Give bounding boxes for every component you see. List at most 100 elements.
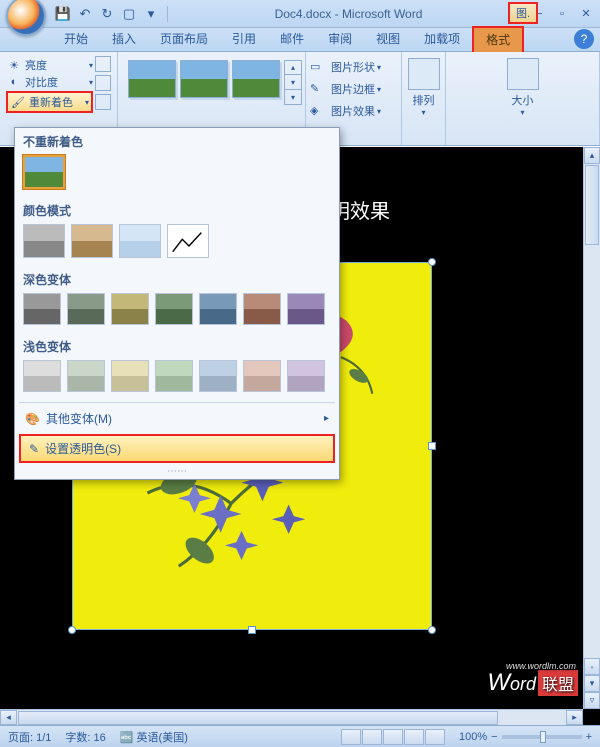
save-icon[interactable]: 💾: [54, 5, 72, 23]
picture-border-button[interactable]: ✎图片边框 ▾: [310, 81, 397, 97]
light-v5[interactable]: [199, 360, 237, 392]
dark-v7[interactable]: [287, 293, 325, 325]
outline-view[interactable]: [404, 729, 424, 745]
help-icon[interactable]: ?: [574, 29, 594, 49]
light-v6[interactable]: [243, 360, 281, 392]
recolor-button[interactable]: 🖌重新着色▾: [6, 91, 93, 113]
status-bar: 页面: 1/1 字数: 16 🔤 英语(美国) 100% − +: [0, 725, 600, 747]
picture-style-2[interactable]: [180, 60, 228, 98]
draft-view[interactable]: [425, 729, 445, 745]
horizontal-scrollbar[interactable]: ◂ ▸: [0, 709, 583, 725]
office-button[interactable]: [6, 0, 46, 36]
dark-v1[interactable]: [23, 293, 61, 325]
dark-v5[interactable]: [199, 293, 237, 325]
reset-picture-button[interactable]: [95, 94, 111, 110]
dark-v4[interactable]: [155, 293, 193, 325]
scroll-down-button[interactable]: ▾: [584, 675, 600, 692]
scroll-right-button[interactable]: ▸: [566, 710, 583, 725]
resize-handle[interactable]: [428, 442, 436, 450]
picture-effects-button[interactable]: ◈图片效果 ▾: [310, 103, 397, 119]
tab-format[interactable]: 格式: [472, 26, 524, 52]
watermark-ord: ord: [510, 674, 536, 695]
new-doc-icon[interactable]: ▢: [120, 5, 138, 23]
zoom-in-button[interactable]: +: [586, 731, 592, 743]
resize-handle[interactable]: [248, 626, 256, 634]
resize-handle[interactable]: [428, 258, 436, 266]
language-status[interactable]: 🔤 英语(美国): [120, 729, 188, 745]
next-page-button[interactable]: ▿: [584, 692, 600, 709]
mode-sepia[interactable]: [71, 224, 113, 258]
tab-home[interactable]: 开始: [52, 27, 100, 51]
recolor-none[interactable]: [23, 155, 65, 189]
undo-icon[interactable]: ↶: [76, 5, 94, 23]
more-variants-label: 其他变体(M): [46, 410, 112, 427]
tab-view[interactable]: 视图: [364, 27, 412, 51]
separator: [167, 6, 168, 22]
mode-washout[interactable]: [119, 224, 161, 258]
change-picture-button[interactable]: [95, 75, 111, 91]
scroll-up-button[interactable]: ▴: [584, 147, 600, 164]
vertical-scrollbar[interactable]: ▴ ◦ ▾ ▿: [583, 147, 600, 709]
tab-addins[interactable]: 加载项: [412, 27, 472, 51]
page-status[interactable]: 页面: 1/1: [8, 729, 51, 745]
qat-dropdown-icon[interactable]: ▾: [142, 5, 160, 23]
brightness-button[interactable]: ☀亮度▾: [6, 57, 93, 73]
palette-icon: 🎨: [25, 412, 40, 426]
set-transparent-color-item[interactable]: ✎设置透明色(S): [19, 434, 335, 463]
prev-page-button[interactable]: ◦: [584, 658, 600, 675]
contrast-button[interactable]: ◐对比度▾: [6, 74, 93, 90]
mode-grayscale[interactable]: [23, 224, 65, 258]
group-arrange: 排列 ▾: [402, 52, 446, 145]
scroll-left-button[interactable]: ◂: [0, 710, 17, 725]
arrange-button[interactable]: [408, 58, 440, 90]
light-v3[interactable]: [111, 360, 149, 392]
maximize-button[interactable]: ▫: [550, 5, 574, 23]
picture-tools-tab[interactable]: 图.: [508, 2, 538, 24]
recolor-dropdown: 不重新着色 颜色模式 深色变体 浅色变体 🎨其他变体(M)▸ ✎设置透明色(S)…: [14, 127, 340, 480]
size-button[interactable]: [507, 58, 539, 90]
zoom-control: 100% − +: [459, 731, 592, 743]
tab-page-layout[interactable]: 页面布局: [148, 27, 220, 51]
dd-dark-variant-label: 深色变体: [15, 266, 339, 291]
dropdown-grip[interactable]: ⋯⋯: [15, 465, 339, 479]
zoom-slider[interactable]: [502, 735, 582, 739]
zoom-out-button[interactable]: −: [491, 731, 497, 743]
quick-access-toolbar: 💾 ↶ ↻ ▢ ▾: [54, 5, 171, 23]
border-icon: ✎: [310, 82, 328, 96]
recolor-label: 重新着色: [29, 94, 73, 110]
picture-shape-button[interactable]: ▭图片形状 ▾: [310, 59, 397, 75]
effects-icon: ◈: [310, 104, 328, 118]
light-v1[interactable]: [23, 360, 61, 392]
dark-v3[interactable]: [111, 293, 149, 325]
compress-pictures-button[interactable]: [95, 56, 111, 72]
picture-style-1[interactable]: [128, 60, 176, 98]
more-variants-item[interactable]: 🎨其他变体(M)▸: [15, 405, 339, 432]
word-count[interactable]: 字数: 16: [65, 729, 105, 745]
picture-styles-more[interactable]: ▴▾▾: [284, 60, 302, 105]
tab-mailings[interactable]: 邮件: [268, 27, 316, 51]
resize-handle[interactable]: [68, 626, 76, 634]
close-button[interactable]: ✕: [574, 5, 598, 23]
light-v7[interactable]: [287, 360, 325, 392]
scroll-thumb[interactable]: [18, 711, 498, 725]
picture-style-3[interactable]: [232, 60, 280, 98]
window-title: Doc4.docx - Microsoft Word: [171, 7, 526, 21]
full-screen-view[interactable]: [362, 729, 382, 745]
mode-bw[interactable]: [167, 224, 209, 258]
tab-references[interactable]: 引用: [220, 27, 268, 51]
dark-v2[interactable]: [67, 293, 105, 325]
print-layout-view[interactable]: [341, 729, 361, 745]
brightness-label: 亮度: [25, 57, 47, 73]
size-label: 大小: [512, 92, 534, 108]
light-v4[interactable]: [155, 360, 193, 392]
ribbon-tabs: 开始 插入 页面布局 引用 邮件 审阅 视图 加载项 格式 ?: [0, 28, 600, 52]
dark-v6[interactable]: [243, 293, 281, 325]
redo-icon[interactable]: ↻: [98, 5, 116, 23]
zoom-level[interactable]: 100%: [459, 731, 487, 743]
tab-review[interactable]: 审阅: [316, 27, 364, 51]
web-layout-view[interactable]: [383, 729, 403, 745]
scroll-thumb[interactable]: [585, 165, 599, 245]
resize-handle[interactable]: [428, 626, 436, 634]
tab-insert[interactable]: 插入: [100, 27, 148, 51]
light-v2[interactable]: [67, 360, 105, 392]
